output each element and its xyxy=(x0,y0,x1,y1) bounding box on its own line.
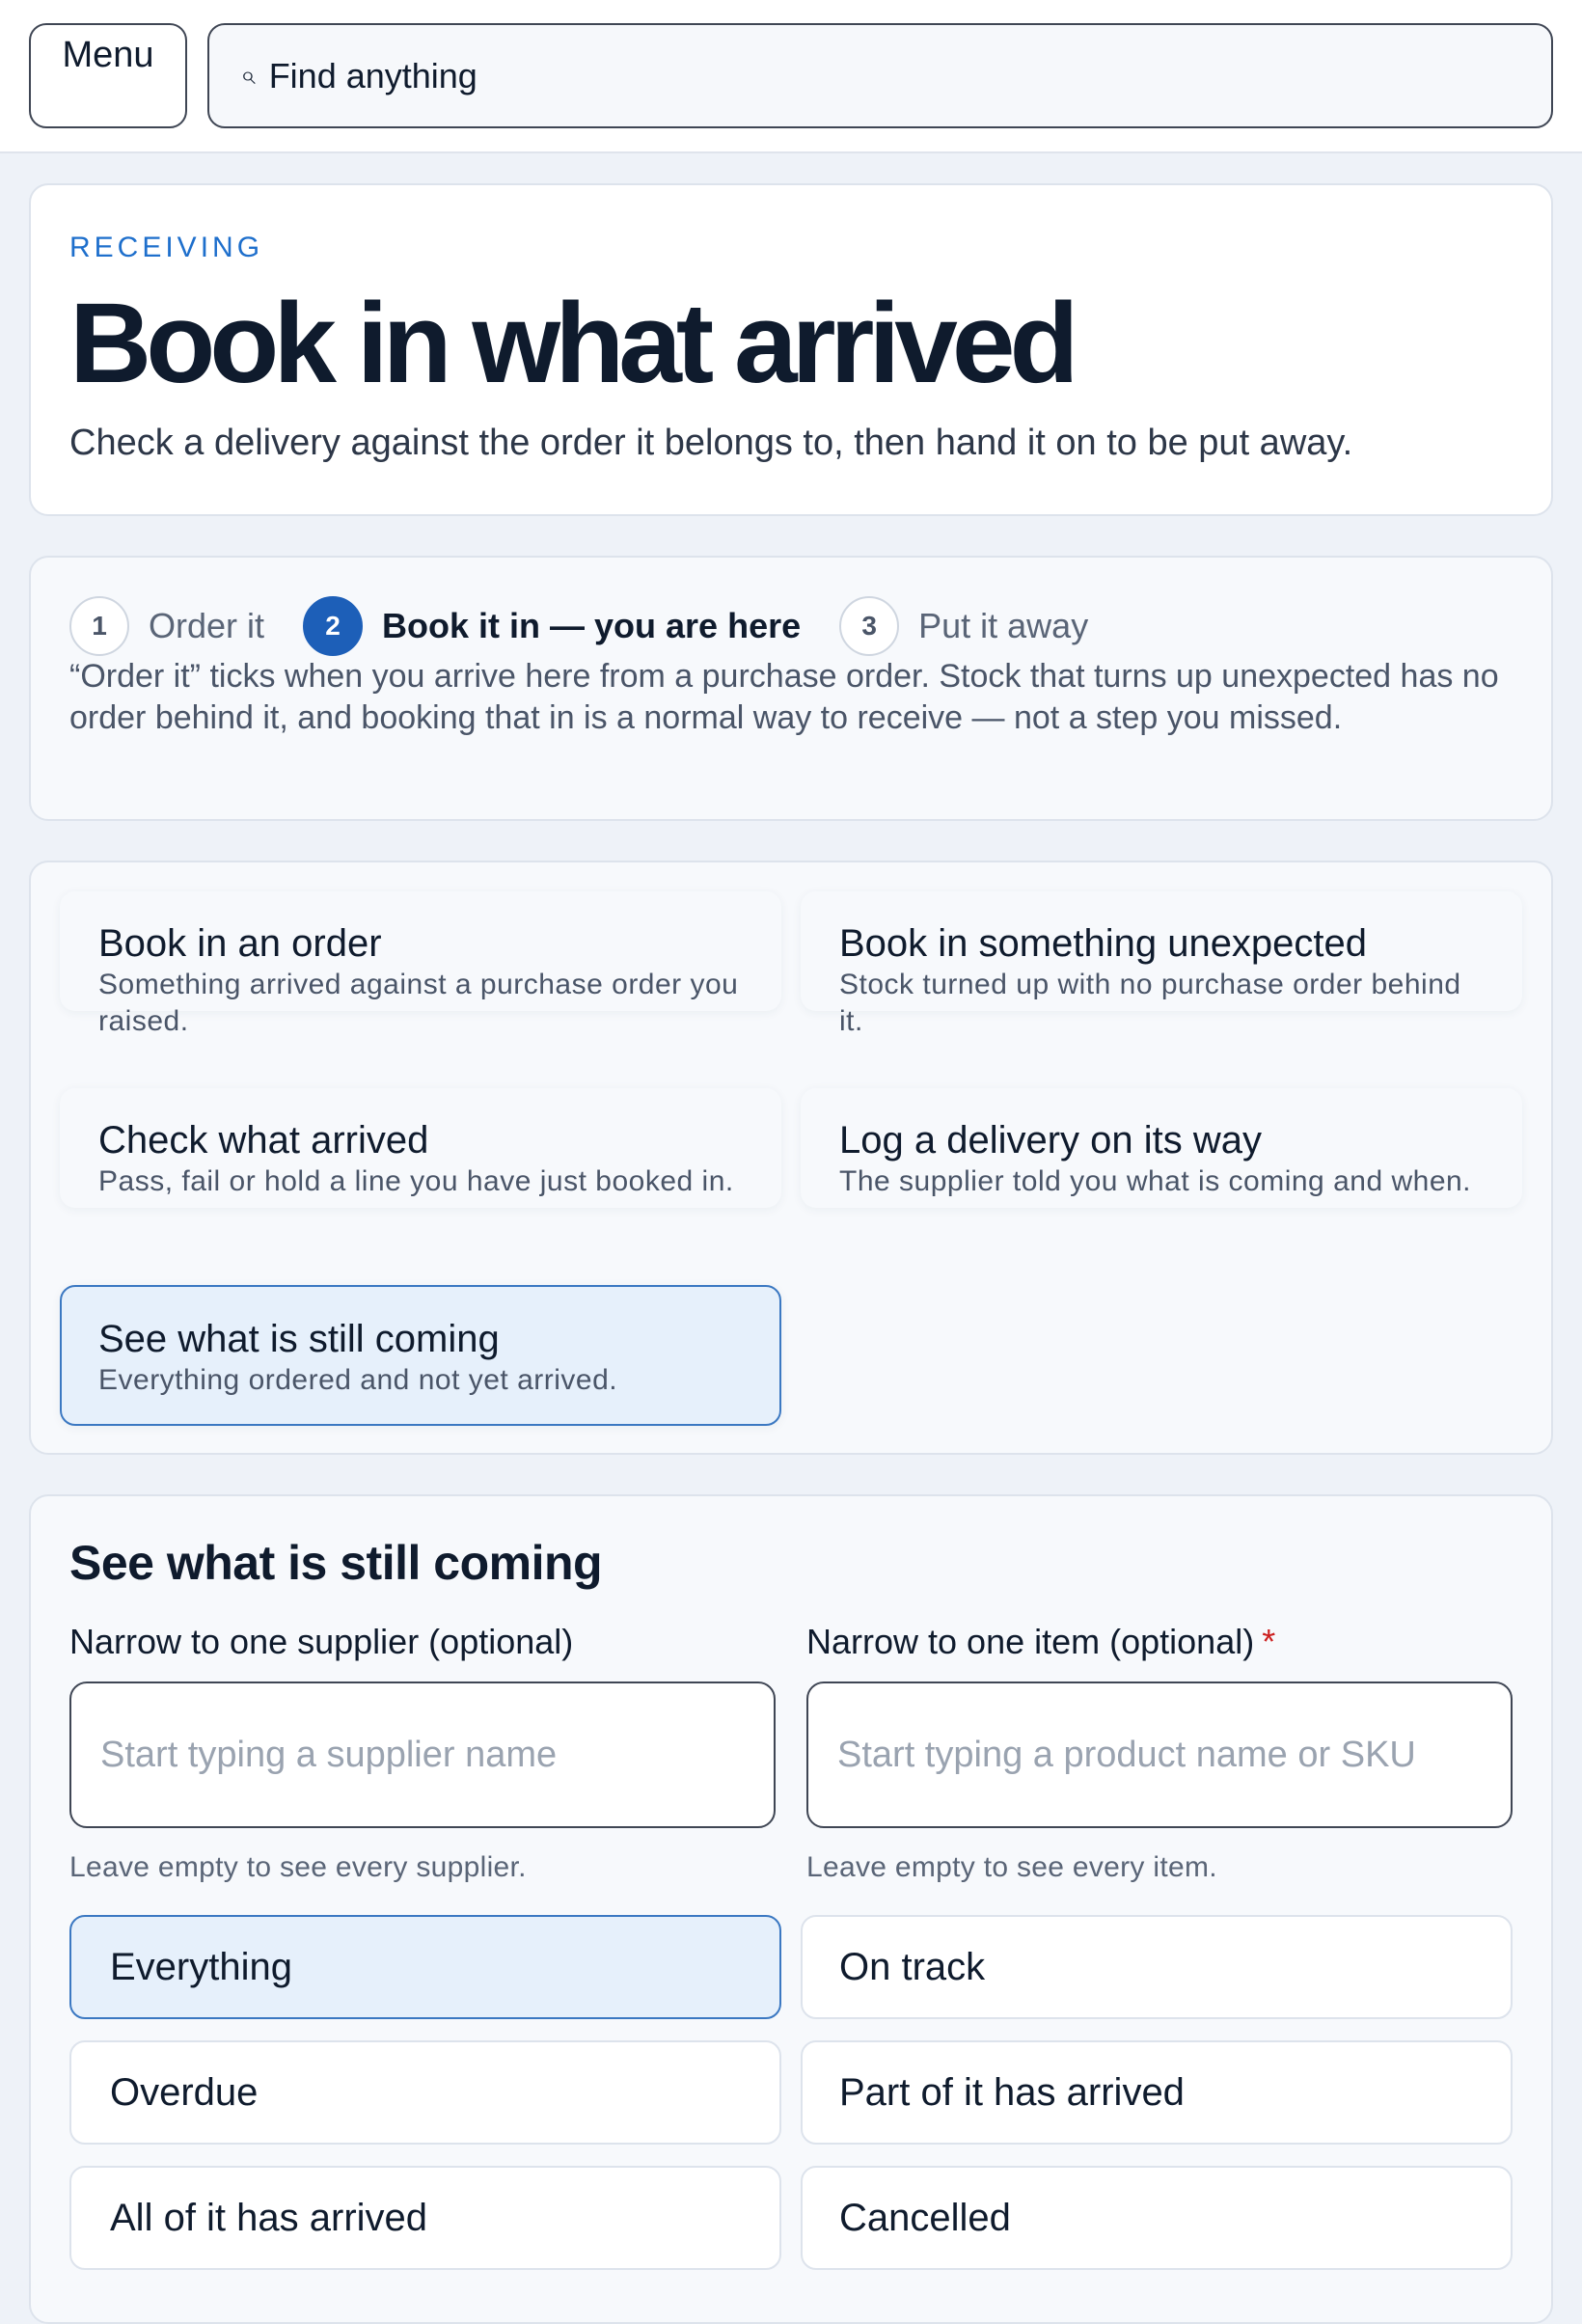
steps-row: 1 Order it 2 Book it in — you are here 3… xyxy=(69,596,1127,656)
menu-button[interactable]: Menu xyxy=(29,23,187,128)
option-title: Book in an order xyxy=(98,922,382,965)
option-book-in-unexpected[interactable]: Book in something unexpected Stock turne… xyxy=(801,891,1522,1037)
step-label: Put it away xyxy=(918,606,1089,645)
step-order-it: 1 Order it xyxy=(69,596,264,656)
page-header: RECEIVING Book in what arrived Check a d… xyxy=(29,183,1553,516)
status-all-arrived[interactable]: All of it has arrived xyxy=(69,2166,781,2270)
search-icon: ⌕ xyxy=(240,60,256,90)
status-on-track[interactable]: On track xyxy=(801,1915,1513,2019)
steps-note: “Order it” ticks when you arrive here fr… xyxy=(69,658,1499,736)
option-title: Book in something unexpected xyxy=(839,922,1368,965)
section-eyebrow: RECEIVING xyxy=(69,232,264,263)
step-label: Book it in — you are here xyxy=(382,606,802,645)
step-number: 3 xyxy=(839,596,900,656)
search-label: Find anything xyxy=(268,55,477,96)
supplier-hint: Leave empty to see every supplier. xyxy=(69,1851,527,1883)
status-cancelled[interactable]: Cancelled xyxy=(801,2166,1513,2270)
option-log-delivery[interactable]: Log a delivery on its way The supplier t… xyxy=(801,1088,1522,1208)
step-put-it-away: 3 Put it away xyxy=(839,596,1088,656)
item-input[interactable] xyxy=(806,1681,1513,1828)
option-title: See what is still coming xyxy=(98,1318,500,1360)
status-everything[interactable]: Everything xyxy=(69,1915,781,2019)
status-part-arrived[interactable]: Part of it has arrived xyxy=(801,2040,1513,2145)
supplier-input[interactable] xyxy=(69,1681,776,1828)
option-see-still-coming[interactable]: See what is still coming Everything orde… xyxy=(60,1285,781,1426)
search-box[interactable]: ⌕ Find anything xyxy=(207,23,1553,128)
option-check-what-arrived[interactable]: Check what arrived Pass, fail or hold a … xyxy=(60,1088,781,1208)
step-number: 2 xyxy=(303,596,364,656)
option-title: Log a delivery on its way xyxy=(839,1119,1263,1162)
page-title: Book in what arrived xyxy=(69,280,1079,407)
filter-title: See what is still coming xyxy=(69,1536,603,1590)
option-book-in-order[interactable]: Book in an order Something arrived again… xyxy=(60,891,781,1037)
option-title: Check what arrived xyxy=(98,1119,429,1162)
option-description: Everything ordered and not yet arrived. xyxy=(98,1364,618,1396)
option-description: Pass, fail or hold a line you have just … xyxy=(98,1165,734,1197)
top-bar: Menu ⌕ Find anything xyxy=(0,0,1582,153)
receiving-options: Book in an order Something arrived again… xyxy=(29,861,1553,1455)
option-description: The supplier told you what is coming and… xyxy=(839,1165,1472,1197)
status-overdue[interactable]: Overdue xyxy=(69,2040,781,2145)
option-description: Something arrived against a purchase ord… xyxy=(98,969,739,1037)
step-book-it-in: 2 Book it in — you are here xyxy=(303,596,801,656)
progress-steps: 1 Order it 2 Book it in — you are here 3… xyxy=(29,556,1553,821)
page-subtitle: Check a delivery against the order it be… xyxy=(69,423,1353,463)
supplier-label: Narrow to one supplier (optional) xyxy=(69,1622,574,1661)
item-label-text: Narrow to one item (optional) xyxy=(806,1622,1255,1661)
step-number: 1 xyxy=(69,596,129,656)
required-mark: * xyxy=(1262,1622,1276,1661)
item-label: Narrow to one item (optional) * xyxy=(806,1622,1275,1662)
step-label: Order it xyxy=(149,606,265,645)
still-coming-filter: See what is still coming Narrow to one s… xyxy=(29,1494,1553,2324)
item-hint: Leave empty to see every item. xyxy=(806,1851,1217,1883)
option-description: Stock turned up with no purchase order b… xyxy=(839,969,1461,1037)
